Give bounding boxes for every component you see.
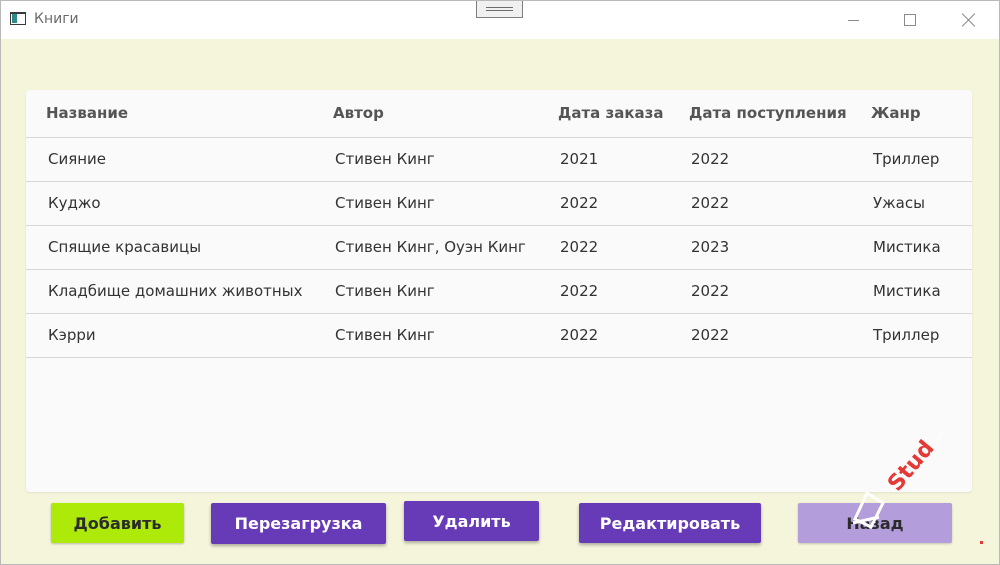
cell-genre: Мистика [851, 269, 972, 314]
cell-genre: Ужасы [851, 181, 972, 226]
table-row[interactable]: Спящие красавицы Стивен Кинг, Оуэн Кинг … [26, 225, 972, 270]
cell-arrival-date: 2022 [669, 313, 851, 358]
cell-order-date: 2022 [538, 181, 669, 226]
edit-button[interactable]: Редактировать [579, 503, 761, 543]
back-button[interactable]: Назад [798, 503, 952, 543]
cell-arrival-date: 2023 [669, 225, 851, 270]
column-header-author[interactable]: Автор [313, 90, 538, 138]
table-row[interactable]: Кладбище домашних животных Стивен Кинг 2… [26, 269, 972, 314]
column-header-genre[interactable]: Жанр [851, 90, 972, 138]
books-table: Название Автор Дата заказа Дата поступле… [26, 90, 972, 358]
table-row[interactable]: Сияние Стивен Кинг 2021 2022 Триллер [26, 137, 972, 182]
cell-genre: Мистика [851, 225, 972, 270]
table-row[interactable]: Кэрри Стивен Кинг 2022 2022 Триллер [26, 313, 972, 358]
window-title: Книги [34, 11, 79, 27]
red-dot-mark [980, 541, 983, 544]
maximize-icon [904, 14, 916, 26]
cell-author: Стивен Кинг [313, 269, 538, 314]
cell-arrival-date: 2022 [669, 181, 851, 226]
cell-genre: Триллер [851, 137, 972, 182]
column-header-title[interactable]: Название [26, 90, 313, 138]
cell-title: Кэрри [26, 313, 313, 358]
cell-title: Сияние [26, 137, 313, 182]
app-window-icon [10, 12, 26, 25]
cell-author: Стивен Кинг, Оуэн Кинг [313, 225, 538, 270]
column-header-order-date[interactable]: Дата заказа [538, 90, 669, 138]
drag-handle-icon[interactable] [476, 1, 523, 18]
cell-title: Куджо [26, 181, 313, 226]
cell-order-date: 2022 [538, 313, 669, 358]
cell-author: Стивен Кинг [313, 313, 538, 358]
minimize-icon [847, 19, 859, 21]
cell-genre: Триллер [851, 313, 972, 358]
column-header-arrival-date[interactable]: Дата поступления [669, 90, 851, 138]
delete-button[interactable]: Удалить [404, 501, 539, 541]
books-data-grid[interactable]: Название Автор Дата заказа Дата поступле… [26, 90, 972, 492]
table-header-row: Название Автор Дата заказа Дата поступле… [26, 90, 972, 138]
cell-arrival-date: 2022 [669, 269, 851, 314]
cell-order-date: 2022 [538, 269, 669, 314]
maximize-button[interactable] [887, 1, 933, 39]
cell-order-date: 2022 [538, 225, 669, 270]
app-window: Книги Название Автор Дата заказа Дата по… [0, 0, 1000, 565]
cell-title: Кладбище домашних животных [26, 269, 313, 314]
cell-title: Спящие красавицы [26, 225, 313, 270]
close-button[interactable] [946, 1, 992, 39]
add-button[interactable]: Добавить [51, 503, 184, 543]
cell-author: Стивен Кинг [313, 137, 538, 182]
table-row[interactable]: Куджо Стивен Кинг 2022 2022 Ужасы [26, 181, 972, 226]
title-bar[interactable]: Книги [1, 1, 999, 39]
cell-arrival-date: 2022 [669, 137, 851, 182]
close-icon [962, 13, 976, 27]
cell-order-date: 2021 [538, 137, 669, 182]
reload-button[interactable]: Перезагрузка [211, 503, 386, 544]
cell-author: Стивен Кинг [313, 181, 538, 226]
minimize-button[interactable] [830, 1, 876, 39]
